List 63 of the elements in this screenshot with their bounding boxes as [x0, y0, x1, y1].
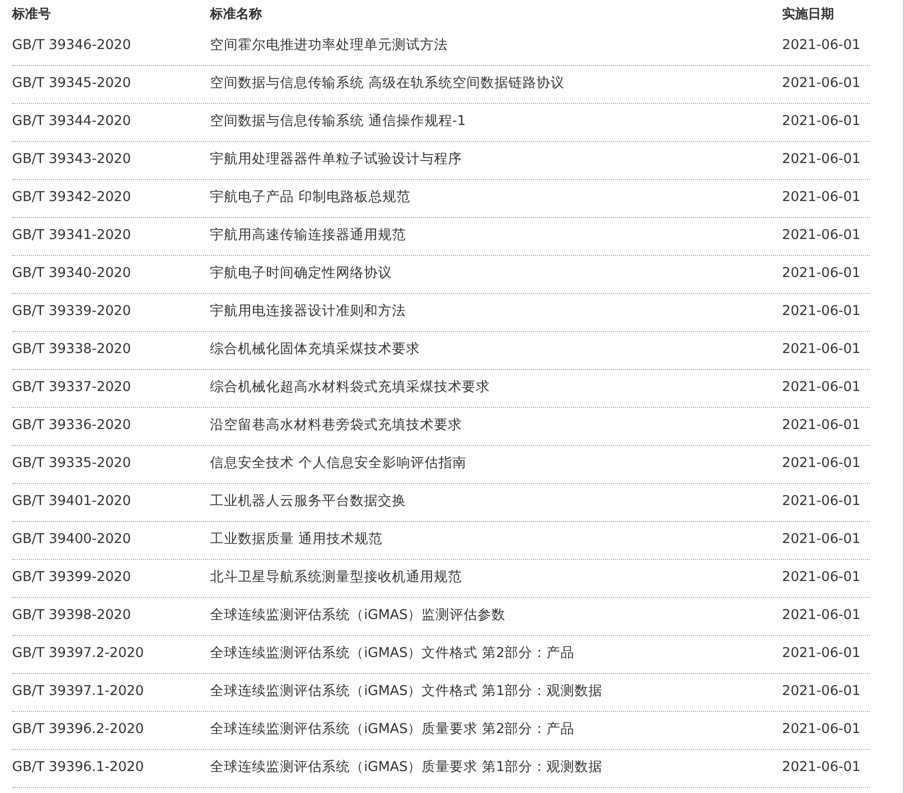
table-cell-text: 沿空留巷高水材料巷旁袋式充填技术要求	[210, 416, 463, 434]
table-cell-text: GB/T 39345-2020	[12, 74, 132, 90]
table-cell-text: 全球连续监测评估系统（iGMAS）监测评估参数	[210, 606, 507, 624]
table-cell-text: 2021-06-01	[782, 568, 862, 584]
table-cell-text: 2021-06-01	[782, 150, 862, 166]
table-cell-text: GB/T 39343-2020	[12, 150, 132, 166]
table-cell-text: 2021-06-01	[782, 112, 862, 128]
table-cell-text: 2021-06-01	[782, 606, 862, 622]
table-cell-text: 2021-06-01	[782, 682, 862, 698]
table-cell-text: 综合机械化超高水材料袋式充填采煤技术要求	[210, 378, 491, 396]
table-cell-text: GB/T 39396.2-2020	[12, 720, 145, 736]
table-cell-text: 2021-06-01	[782, 720, 862, 736]
table-cell-text: GB/T 39341-2020	[12, 226, 132, 242]
table-cell-text: 宇航用处理器器件单粒子试验设计与程序	[210, 150, 463, 168]
table-cell-text: 2021-06-01	[782, 454, 862, 470]
table-cell-text: GB/T 39338-2020	[12, 340, 132, 356]
table-cell-text: GB/T 39400-2020	[12, 530, 132, 546]
table-cell-text: GB/T 39340-2020	[12, 264, 132, 280]
table-cell-text: GB/T 39396.1-2020	[12, 758, 145, 774]
table-cell-text: 2021-06-01	[782, 302, 862, 318]
table-cell-text: GB/T 39401-2020	[12, 492, 132, 508]
table-cell-text: 2021-06-01	[782, 758, 862, 774]
table-cell-text: GB/T 39342-2020	[12, 188, 132, 204]
column-header: 标准号	[12, 6, 52, 23]
table-cell-text: 宇航电子产品 印制电路板总规范	[210, 188, 412, 206]
table-cell-text: 工业机器人云服务平台数据交换	[210, 492, 407, 510]
table-cell-text: 2021-06-01	[782, 378, 862, 394]
table-cell-text: 2021-06-01	[782, 74, 862, 90]
table-cell-text: GB/T 39398-2020	[12, 606, 132, 622]
table-cell-text: GB/T 39337-2020	[12, 378, 132, 394]
column-header: 实施日期	[782, 6, 835, 23]
table-cell-text: 综合机械化固体充填采煤技术要求	[210, 340, 421, 358]
table-cell-text: 2021-06-01	[782, 644, 862, 660]
table-cell-text: 2021-06-01	[782, 530, 862, 546]
table-cell-text: 北斗卫星导航系统测量型接收机通用规范	[210, 568, 463, 586]
table-cell-text: GB/T 39344-2020	[12, 112, 132, 128]
table-cell-text: 宇航用电连接器设计准则和方法	[210, 302, 407, 320]
table-cell-text: 全球连续监测评估系统（iGMAS）质量要求 第2部分：产品	[210, 720, 576, 738]
table-cell-text: 2021-06-01	[782, 264, 862, 280]
table-cell-text: 2021-06-01	[782, 492, 862, 508]
table-cell-text: 宇航电子时间确定性网络协议	[210, 264, 393, 282]
table-cell-text: 宇航用高速传输连接器通用规范	[210, 226, 407, 244]
table-cell-text: 2021-06-01	[782, 188, 862, 204]
table-cell-text: GB/T 39399-2020	[12, 568, 132, 584]
table-cell-text: 空间霍尔电推进功率处理单元测试方法	[210, 36, 449, 54]
table-cell-text: GB/T 39339-2020	[12, 302, 132, 318]
column-header: 标准名称	[210, 6, 263, 23]
table-cell-text: 空间数据与信息传输系统 高级在轨系统空间数据链路协议	[210, 74, 566, 92]
table-cell-text: 全球连续监测评估系统（iGMAS）文件格式 第1部分：观测数据	[210, 682, 604, 700]
table-cell-text: 全球连续监测评估系统（iGMAS）文件格式 第2部分：产品	[210, 644, 576, 662]
table-cell-text: 2021-06-01	[782, 340, 862, 356]
table-cell-text: GB/T 39397.2-2020	[12, 644, 145, 660]
table-cell-text: GB/T 39346-2020	[12, 36, 132, 52]
table-cell-text: GB/T 39336-2020	[12, 416, 132, 432]
table-cell-text: 工业数据质量 通用技术规范	[210, 530, 384, 548]
table-cell-text: GB/T 39335-2020	[12, 454, 132, 470]
table-cell-text: 信息安全技术 个人信息安全影响评估指南	[210, 454, 468, 472]
table-cell-text: 空间数据与信息传输系统 通信操作规程-1	[210, 112, 467, 130]
table-cell-text: 全球连续监测评估系统（iGMAS）质量要求 第1部分：观测数据	[210, 758, 604, 776]
table-cell-text: GB/T 39397.1-2020	[12, 682, 145, 698]
table-cell-text: 2021-06-01	[782, 416, 862, 432]
table-cell-text: 2021-06-01	[782, 226, 862, 242]
table-cell-text: 2021-06-01	[782, 36, 862, 52]
